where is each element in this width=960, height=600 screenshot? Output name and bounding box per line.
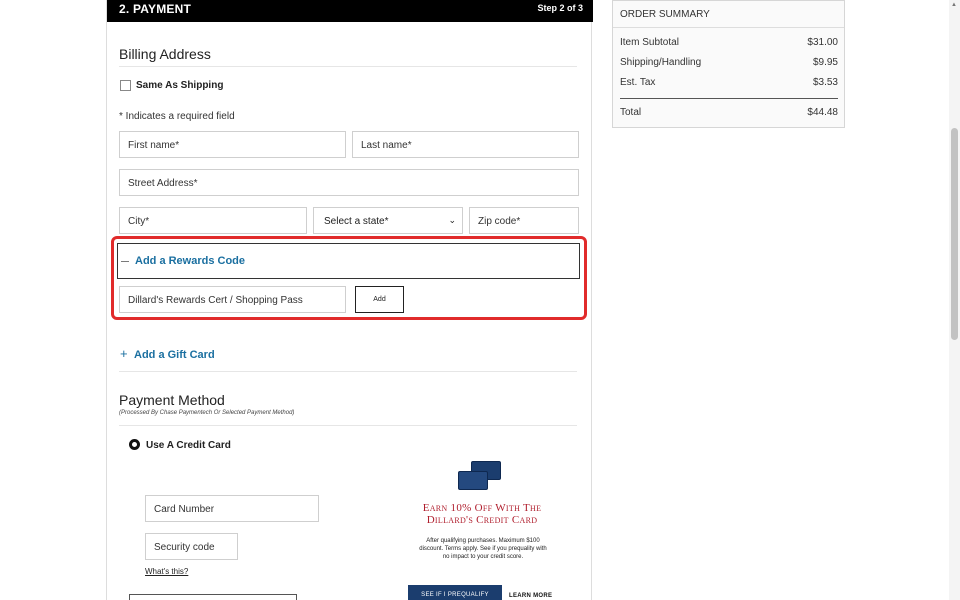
order-summary-panel: ORDER SUMMARY Item Subtotal $31.00 Shipp…	[612, 0, 845, 128]
summary-total-value: $44.48	[807, 107, 838, 118]
first-name-input[interactable]: First name*	[119, 131, 346, 158]
rewards-code-toggle[interactable]: Add a Rewards Code	[117, 243, 580, 279]
last-name-input[interactable]: Last name*	[352, 131, 579, 158]
state-select-label: Select a state*	[324, 216, 389, 227]
divider	[613, 27, 844, 28]
summary-total-row: Total $44.48	[620, 107, 838, 118]
summary-row: Shipping/Handling $9.95	[620, 57, 838, 68]
prequalify-button[interactable]: SEE IF I PREQUALIFY	[408, 585, 502, 600]
expiration-field[interactable]	[129, 594, 297, 600]
summary-value: $9.95	[812, 57, 838, 68]
checkout-main-column: 2. PAYMENT Step 2 of 3 Billing Address S…	[106, 0, 593, 600]
page-scrollbar[interactable]: ▲	[949, 0, 960, 600]
promo-text: After qualifying purchases. Maximum $100…	[419, 538, 547, 560]
summary-total-label: Total	[620, 107, 642, 118]
zip-code-input[interactable]: Zip code*	[469, 207, 579, 234]
summary-label: Item Subtotal	[620, 37, 679, 48]
promo-title-line-1: Earn 10% Off With The	[422, 502, 542, 514]
chevron-down-icon: ⌄	[448, 215, 456, 225]
divider	[119, 371, 577, 372]
street-address-input[interactable]: Street Address*	[119, 169, 579, 196]
add-rewards-button[interactable]: Add	[355, 286, 404, 313]
state-select[interactable]: Select a state* ⌄	[313, 207, 463, 234]
step-count: Step 2 of 3	[537, 3, 583, 13]
scroll-up-icon[interactable]: ▲	[951, 2, 957, 8]
card-number-input[interactable]: Card Number	[145, 495, 319, 522]
promo-title-line-2: Dillard's Credit Card	[426, 514, 538, 526]
divider	[119, 425, 577, 426]
learn-more-link[interactable]: LEARN MORE	[509, 593, 552, 599]
credit-card-label[interactable]: Use A Credit Card	[146, 440, 231, 451]
order-summary-title: ORDER SUMMARY	[620, 9, 710, 20]
same-as-shipping-checkbox[interactable]	[120, 80, 131, 91]
payment-method-heading: Payment Method	[119, 392, 225, 408]
billing-heading: Billing Address	[119, 46, 211, 62]
minus-icon	[121, 261, 129, 262]
credit-card-radio[interactable]	[129, 439, 140, 450]
divider	[620, 98, 838, 99]
payment-method-subheading: (Processed By Chase Paymentech Or Select…	[119, 410, 295, 416]
divider	[119, 66, 577, 67]
whats-this-link[interactable]: What's this?	[145, 567, 188, 576]
summary-row: Est. Tax $3.53	[620, 77, 838, 88]
scrollbar-thumb[interactable]	[951, 128, 958, 340]
summary-value: $3.53	[812, 77, 838, 88]
security-code-input[interactable]: Security code	[145, 533, 238, 560]
plus-icon[interactable]: +	[120, 347, 128, 360]
required-note: * Indicates a required field	[119, 111, 235, 122]
rewards-code-title: Add a Rewards Code	[135, 255, 246, 267]
summary-row: Item Subtotal $31.00	[620, 37, 838, 48]
step-header: 2. PAYMENT Step 2 of 3	[107, 0, 593, 22]
summary-label: Shipping/Handling	[620, 57, 702, 68]
credit-card-icon	[458, 471, 488, 490]
rewards-code-input[interactable]: Dillard's Rewards Cert / Shopping Pass	[119, 286, 346, 313]
add-gift-card-link[interactable]: Add a Gift Card	[134, 349, 215, 361]
city-input[interactable]: City*	[119, 207, 307, 234]
summary-value: $31.00	[807, 37, 838, 48]
same-as-shipping-label[interactable]: Same As Shipping	[136, 80, 223, 91]
summary-label: Est. Tax	[620, 77, 656, 88]
step-title: 2. PAYMENT	[119, 2, 192, 16]
promo-title: Earn 10% Off With The Dillard's Credit C…	[402, 502, 562, 526]
